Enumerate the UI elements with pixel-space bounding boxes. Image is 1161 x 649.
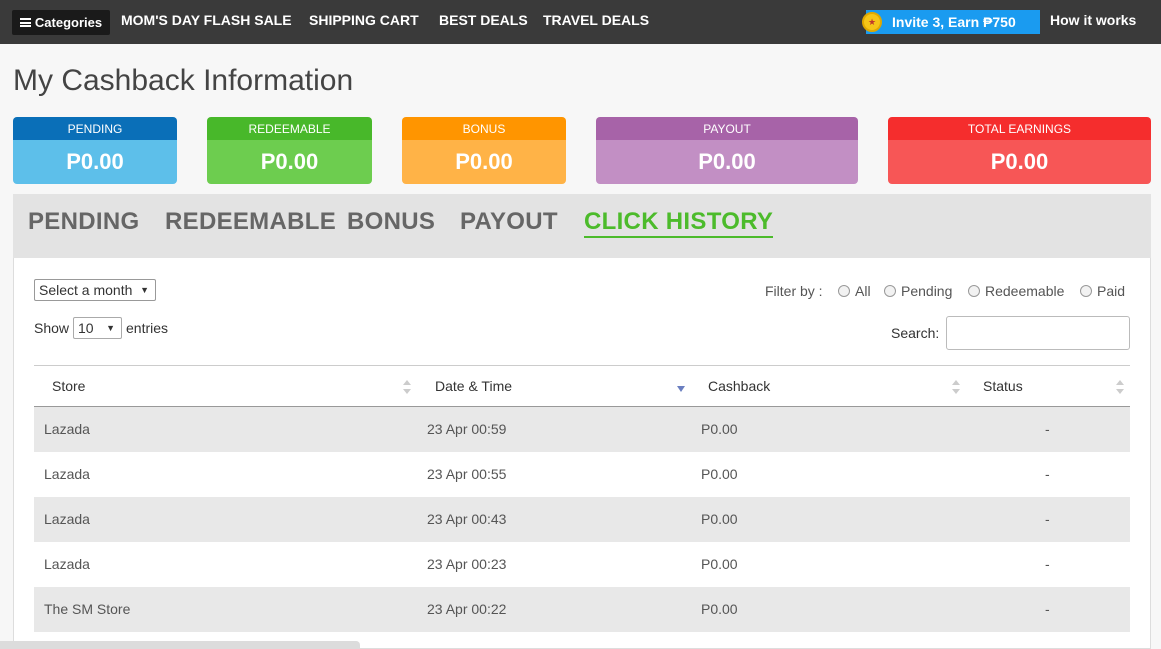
column-header-date-time[interactable]: Date & Time [435, 378, 512, 394]
cell-cashback: P0.00 [701, 556, 738, 572]
card-amount: P0.00 [207, 140, 372, 184]
cell-store: Lazada [44, 466, 90, 482]
filter-label: Filter by : [765, 283, 823, 299]
filter-radio-paid[interactable]: Paid [1080, 283, 1125, 299]
month-select[interactable]: Select a month ▼ [34, 279, 156, 301]
card-amount: P0.00 [596, 140, 858, 184]
coin-icon: ★ [862, 12, 882, 32]
categories-button[interactable]: Categories [12, 10, 110, 35]
tab-payout[interactable]: PAYOUT [460, 208, 558, 236]
invite-button[interactable]: ★ Invite 3, Earn ₱750 [862, 10, 1040, 34]
sort-desc-icon[interactable] [677, 386, 685, 392]
radio-label: Paid [1097, 283, 1126, 299]
tab-pending[interactable]: PENDING [28, 208, 139, 236]
cell-cashback: P0.00 [701, 466, 738, 482]
radio-label: All [855, 283, 871, 299]
card-label: PENDING [13, 117, 177, 140]
entries-select-value: 10 [78, 320, 94, 336]
column-header-store[interactable]: Store [52, 378, 85, 394]
how-it-works-link[interactable]: How it works [1050, 12, 1136, 28]
card-label: REDEEMABLE [207, 117, 372, 140]
tab-bonus[interactable]: BONUS [347, 208, 435, 236]
cell-date-time: 23 Apr 00:22 [427, 601, 507, 617]
radio-label: Pending [901, 283, 953, 299]
cell-status: - [1045, 556, 1050, 572]
month-select-value: Select a month [39, 282, 133, 298]
cell-date-time: 23 Apr 00:55 [427, 466, 507, 482]
page-title: My Cashback Information [13, 64, 354, 97]
entries-select[interactable]: 10 ▼ [73, 317, 122, 339]
card-amount: P0.00 [13, 140, 177, 184]
card-label: BONUS [402, 117, 566, 140]
card-total-earnings: TOTAL EARNINGS P0.00 [888, 117, 1151, 184]
cell-store: Lazada [44, 511, 90, 527]
table-row: The SM Store 23 Apr 00:22 P0.00 - [34, 587, 1130, 632]
table-header: Store Date & Time Cashback Status [34, 365, 1130, 407]
sort-icon[interactable] [952, 380, 960, 394]
nav-link-best-deals[interactable]: BEST DEALS [439, 12, 528, 28]
nav-link-moms-day[interactable]: MOM'S DAY FLASH SALE [121, 12, 292, 28]
cell-date-time: 23 Apr 00:59 [427, 421, 507, 437]
tab-redeemable[interactable]: REDEEMABLE [165, 208, 336, 236]
card-bonus: BONUS P0.00 [402, 117, 566, 184]
cell-status: - [1045, 601, 1050, 617]
cell-date-time: 23 Apr 00:23 [427, 556, 507, 572]
search-label: Search: [891, 325, 940, 341]
filter-radio-pending[interactable]: Pending [884, 283, 952, 299]
sort-icon[interactable] [1116, 380, 1124, 394]
tab-bar: PENDING REDEEMABLE BONUS PAYOUT CLICK HI… [13, 194, 1151, 258]
card-payout: PAYOUT P0.00 [596, 117, 858, 184]
card-redeemable: REDEEMABLE P0.00 [207, 117, 372, 184]
cell-status: - [1045, 421, 1050, 437]
card-amount: P0.00 [888, 140, 1151, 184]
dropdown-arrow-icon: ▼ [140, 285, 149, 295]
invite-label: Invite 3, Earn ₱750 [892, 14, 1016, 30]
card-label: PAYOUT [596, 117, 858, 140]
radio-circle[interactable] [1080, 285, 1092, 297]
top-nav: Categories MOM'S DAY FLASH SALE SHIPPING… [0, 0, 1161, 44]
categories-label: Categories [34, 15, 103, 30]
search-input[interactable] [946, 316, 1130, 350]
show-label: Show [34, 320, 70, 336]
card-pending: PENDING P0.00 [13, 117, 177, 184]
dropdown-arrow-icon: ▼ [106, 323, 115, 333]
cell-store: Lazada [44, 421, 90, 437]
nav-link-shipping-cart[interactable]: SHIPPING CART [309, 12, 419, 28]
cell-cashback: P0.00 [701, 601, 738, 617]
cell-status: - [1045, 466, 1050, 482]
radio-circle[interactable] [968, 285, 980, 297]
cell-status: - [1045, 511, 1050, 527]
entries-label: entries [126, 320, 169, 336]
hamburger-icon [19, 18, 31, 27]
table-row: Lazada 23 Apr 00:59 P0.00 - [34, 407, 1130, 452]
cell-cashback: P0.00 [701, 511, 738, 527]
radio-label: Redeemable [985, 283, 1065, 299]
cell-date-time: 23 Apr 00:43 [427, 511, 507, 527]
card-label: TOTAL EARNINGS [888, 117, 1151, 140]
column-header-cashback[interactable]: Cashback [708, 378, 770, 394]
cell-cashback: P0.00 [701, 421, 738, 437]
column-header-status[interactable]: Status [983, 378, 1023, 394]
filter-radio-all[interactable]: All [838, 283, 871, 299]
tab-click-history[interactable]: CLICK HISTORY [584, 208, 774, 238]
cell-store: Lazada [44, 556, 90, 572]
radio-circle[interactable] [884, 285, 896, 297]
table-row: Lazada 23 Apr 00:55 P0.00 - [34, 452, 1130, 497]
radio-circle[interactable] [838, 285, 850, 297]
table-row: Lazada 23 Apr 00:23 P0.00 - [34, 542, 1130, 587]
card-amount: P0.00 [402, 140, 566, 184]
browser-status-bar [0, 641, 360, 649]
table-row: Lazada 23 Apr 00:43 P0.00 - [34, 497, 1130, 542]
nav-link-travel-deals[interactable]: TRAVEL DEALS [543, 12, 649, 28]
cell-store: The SM Store [44, 601, 131, 617]
filter-radio-redeemable[interactable]: Redeemable [968, 283, 1064, 299]
sort-icon[interactable] [403, 380, 411, 394]
